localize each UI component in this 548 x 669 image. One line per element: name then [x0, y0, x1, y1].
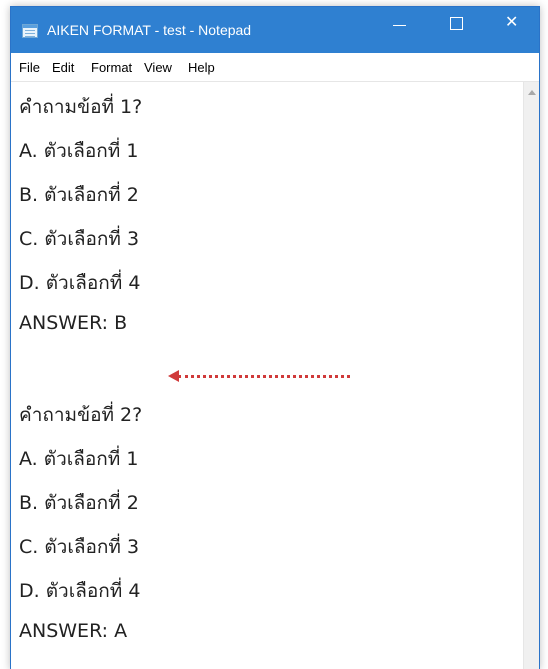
close-icon: ✕: [505, 12, 519, 31]
q2-option-d: D. ตัวเลือกที่ 4: [19, 580, 141, 602]
annotation-arrow: [168, 369, 350, 383]
q1-option-b: B. ตัวเลือกที่ 2: [19, 184, 139, 206]
q1-option-a: A. ตัวเลือกที่ 1: [19, 140, 139, 162]
minimize-icon: [393, 25, 406, 26]
vertical-scrollbar[interactable]: [523, 82, 539, 669]
q2-answer: ANSWER: A: [19, 620, 128, 642]
question-2: คำถามข้อที่ 2?: [19, 404, 143, 426]
menu-bar: File Edit Format View Help: [11, 53, 539, 82]
close-button[interactable]: ✕: [489, 7, 535, 39]
q2-option-b: B. ตัวเลือกที่ 2: [19, 492, 139, 514]
screenshot: AIKEN FORMAT - test - Notepad ✕ File Edi…: [0, 0, 548, 669]
title-bar[interactable]: AIKEN FORMAT - test - Notepad ✕: [11, 7, 539, 53]
q2-option-a: A. ตัวเลือกที่ 1: [19, 448, 139, 470]
menu-format[interactable]: Format: [91, 60, 132, 75]
menu-edit[interactable]: Edit: [52, 60, 74, 75]
arrow-dotted-line: [178, 375, 350, 378]
notepad-window: AIKEN FORMAT - test - Notepad ✕ File Edi…: [10, 6, 540, 669]
scroll-up-icon[interactable]: [528, 90, 536, 95]
menu-view[interactable]: View: [144, 60, 172, 75]
notepad-icon[interactable]: [22, 24, 38, 38]
q1-option-d: D. ตัวเลือกที่ 4: [19, 272, 141, 294]
menu-file[interactable]: File: [19, 60, 40, 75]
minimize-button[interactable]: [377, 7, 423, 39]
q2-option-c: C. ตัวเลือกที่ 3: [19, 536, 140, 558]
maximize-button[interactable]: [433, 7, 479, 39]
window-title: AIKEN FORMAT - test - Notepad: [47, 22, 252, 38]
q1-answer: ANSWER: B: [19, 312, 128, 334]
menu-help[interactable]: Help: [188, 60, 215, 75]
maximize-icon: [450, 17, 463, 30]
question-1: คำถามข้อที่ 1?: [19, 96, 143, 118]
q1-option-c: C. ตัวเลือกที่ 3: [19, 228, 140, 250]
